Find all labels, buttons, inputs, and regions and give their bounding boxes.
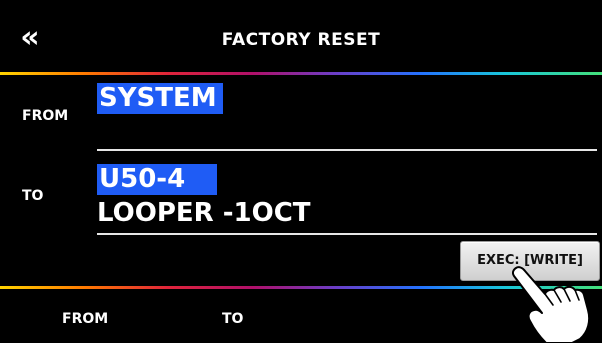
to-label: TO — [22, 188, 44, 204]
header-divider — [0, 72, 602, 75]
from-underline — [97, 149, 597, 151]
from-value-field[interactable]: SYSTEM — [97, 83, 223, 114]
page-title: FACTORY RESET — [221, 30, 381, 50]
footer-from-tab[interactable]: FROM — [62, 311, 108, 327]
from-label: FROM — [22, 108, 69, 124]
to-patch-number-field[interactable]: U50-4 — [97, 164, 218, 195]
to-underline — [97, 233, 597, 235]
device-screen: « FACTORY RESET FROM SYSTEM TO U50-4 LOO… — [0, 0, 602, 343]
to-patch-name: LOOPER -1OCT — [97, 198, 311, 228]
pointing-hand-icon — [512, 266, 591, 343]
footer-to-tab[interactable]: TO — [222, 311, 243, 327]
